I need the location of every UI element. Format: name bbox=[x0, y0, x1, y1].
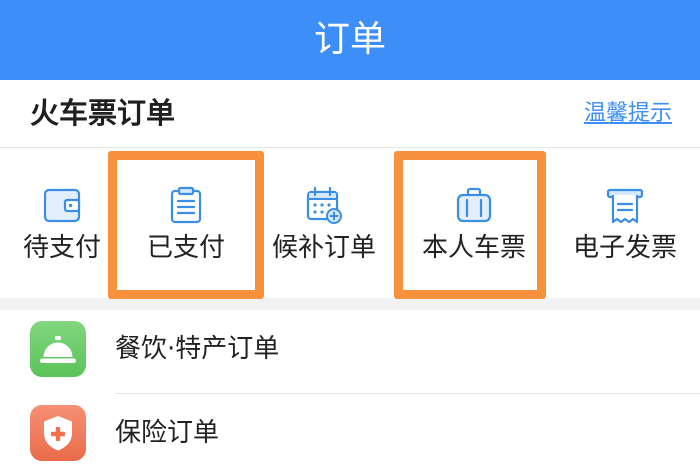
tab-label: 候补订单 bbox=[271, 233, 376, 263]
receipt-icon bbox=[605, 185, 645, 225]
section-separator bbox=[0, 298, 700, 310]
page-title: 订单 bbox=[313, 19, 386, 60]
tab-paid[interactable]: 已支付 bbox=[124, 148, 248, 298]
calendar-plus-icon bbox=[304, 185, 344, 225]
shield-plus-icon bbox=[30, 405, 86, 461]
train-orders-section-header: 火车票订单 温馨提示 bbox=[0, 80, 700, 148]
other-orders-list: 餐饮·特产订单 保险订单 bbox=[0, 310, 700, 467]
service-bell-icon bbox=[30, 321, 86, 377]
section-title: 火车票订单 bbox=[30, 96, 176, 130]
wallet-icon bbox=[42, 185, 82, 225]
tab-waitlist-orders[interactable]: 候补订单 bbox=[254, 148, 394, 298]
list-item-label: 餐饮·特产订单 bbox=[115, 334, 280, 364]
list-item-insurance-orders[interactable]: 保险订单 bbox=[0, 394, 700, 467]
tab-e-invoice[interactable]: 电子发票 bbox=[555, 148, 695, 298]
tab-label: 已支付 bbox=[146, 233, 225, 263]
tips-link[interactable]: 温馨提示 bbox=[584, 80, 672, 147]
list-item-catering-orders[interactable]: 餐饮·特产订单 bbox=[0, 310, 700, 393]
order-status-tabs: 待支付 已支付 候补订单 本人车票 电子发票 bbox=[0, 148, 700, 298]
tab-my-tickets[interactable]: 本人车票 bbox=[404, 148, 544, 298]
tab-label: 本人车票 bbox=[421, 233, 526, 263]
tab-label: 待支付 bbox=[22, 233, 101, 263]
clipboard-icon bbox=[166, 185, 206, 225]
app-header: 订单 bbox=[0, 0, 700, 80]
suitcase-icon bbox=[454, 185, 494, 225]
tab-pending-payment[interactable]: 待支付 bbox=[0, 148, 124, 298]
tab-label: 电子发票 bbox=[572, 233, 677, 263]
list-item-label: 保险订单 bbox=[115, 418, 220, 448]
